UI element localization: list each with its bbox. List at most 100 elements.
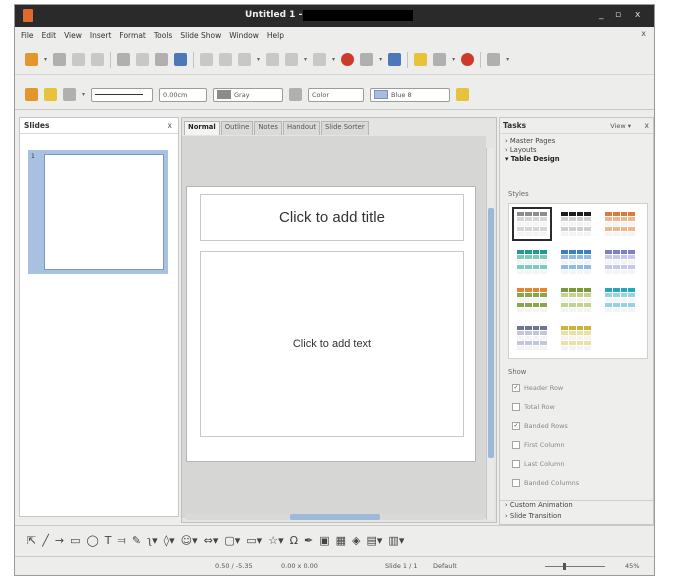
line-arrow-tool-icon[interactable]: → [55, 534, 64, 547]
table-style-black[interactable] [559, 210, 593, 238]
table-style-default[interactable] [512, 207, 552, 241]
impress-app-icon[interactable] [23, 9, 33, 22]
basic-shapes-icon[interactable]: ◊▾ [164, 534, 175, 547]
points-icon[interactable]: Ω [290, 534, 298, 547]
section-layouts[interactable]: › Layouts [500, 146, 653, 155]
table-style-cyan[interactable] [603, 286, 637, 314]
maximize-button[interactable]: ▫ [615, 10, 621, 20]
option-header-row[interactable]: ✓ Header Row [512, 384, 563, 392]
symbol-shapes-icon[interactable]: ☺▾ [181, 534, 198, 547]
checkbox[interactable] [512, 479, 520, 487]
menu-view[interactable]: View [64, 31, 82, 40]
title-placeholder[interactable]: Click to add title [200, 194, 464, 241]
menu-help[interactable]: Help [267, 31, 284, 40]
new-dropdown-icon[interactable]: ▾ [44, 56, 47, 63]
fill-color-select[interactable]: Blue 8 [370, 87, 451, 102]
cut-icon[interactable] [200, 53, 214, 66]
undo-icon[interactable] [285, 53, 299, 66]
tab-slide-sorter[interactable]: Slide Sorter [320, 121, 369, 135]
section-slide-transition[interactable]: › Slide Transition [500, 512, 653, 522]
fontwork-icon[interactable]: ✒ [304, 534, 313, 547]
table-style-slate[interactable] [515, 324, 549, 352]
slide-thumbnail[interactable] [44, 154, 164, 270]
table-style-teal[interactable] [515, 248, 549, 276]
checkbox[interactable] [512, 441, 520, 449]
status-zoom[interactable]: 45% [625, 562, 639, 570]
checkbox[interactable]: ✓ [512, 422, 520, 430]
vertical-scrollbar[interactable] [486, 148, 494, 520]
chart-icon[interactable] [341, 53, 355, 66]
clone-format-icon[interactable] [266, 53, 280, 66]
option-banded-columns[interactable]: Banded Columns [512, 479, 579, 487]
table-dropdown-icon[interactable]: ▾ [379, 56, 382, 63]
table-style-blue[interactable] [559, 248, 593, 276]
arrow-style-icon[interactable] [63, 88, 76, 101]
extrusion-icon[interactable]: ◈ [352, 534, 360, 547]
close-tasks-pane-button[interactable]: x [645, 121, 649, 130]
line-style-select[interactable] [91, 87, 154, 102]
table-style-yellow[interactable] [559, 324, 593, 352]
text-tool-icon[interactable]: T [105, 534, 112, 547]
ellipse-tool-icon[interactable]: ◯ [86, 534, 98, 547]
menu-insert[interactable]: Insert [90, 31, 112, 40]
connector-tool-icon[interactable]: ʅ▾ [147, 534, 158, 547]
tab-outline[interactable]: Outline [220, 121, 254, 135]
zoom-slider-handle[interactable] [563, 563, 566, 570]
horizontal-scrollbar-thumb[interactable] [290, 514, 380, 520]
line-width-field[interactable]: 0.00cm [159, 87, 208, 102]
menu-tools[interactable]: Tools [154, 31, 172, 40]
redo-icon[interactable] [313, 53, 327, 66]
close-document-button[interactable]: x [641, 29, 646, 38]
open-icon[interactable] [53, 53, 67, 66]
undo-dropdown-icon[interactable]: ▾ [304, 56, 307, 63]
gallery-icon[interactable]: ▦ [336, 534, 346, 547]
block-arrows-icon[interactable]: ⇔▾ [204, 534, 219, 547]
table-style-orange-green[interactable] [515, 286, 549, 314]
menu-format[interactable]: Format [119, 31, 145, 40]
menu-slide-show[interactable]: Slide Show [180, 31, 221, 40]
section-master-pages[interactable]: › Master Pages [500, 137, 653, 146]
redo-dropdown-icon[interactable]: ▾ [332, 56, 335, 63]
line-color-select[interactable]: Gray [213, 87, 284, 102]
new-document-icon[interactable] [25, 53, 38, 66]
zoom-icon[interactable] [433, 53, 447, 66]
navigator-icon[interactable] [414, 53, 428, 66]
tab-normal[interactable]: Normal [184, 121, 220, 135]
checkbox[interactable] [512, 403, 520, 411]
checkbox[interactable]: ✓ [512, 384, 520, 392]
horizontal-scrollbar[interactable] [186, 514, 484, 520]
table-style-lavender[interactable] [603, 248, 637, 276]
menu-edit[interactable]: Edit [42, 31, 57, 40]
menu-window[interactable]: Window [229, 31, 259, 40]
zoom-dropdown-icon[interactable]: ▾ [452, 56, 455, 63]
spellcheck-icon[interactable] [155, 53, 169, 66]
from-file-icon[interactable]: ▣ [319, 534, 329, 547]
callouts-icon[interactable]: ▭▾ [246, 534, 262, 547]
body-placeholder[interactable]: Click to add text [200, 251, 464, 437]
option-last-column[interactable]: Last Column [512, 460, 565, 468]
option-banded-rows[interactable]: ✓ Banded Rows [512, 422, 568, 430]
paste-dropdown-icon[interactable]: ▾ [257, 56, 260, 63]
table-style-olive[interactable] [559, 286, 593, 314]
slide[interactable]: Click to add title Click to add text [186, 186, 476, 462]
autospell-icon[interactable] [174, 53, 188, 66]
save-icon[interactable] [72, 53, 86, 66]
shadow-icon[interactable] [456, 88, 470, 101]
curve-tool-icon[interactable]: ✎ [132, 534, 141, 547]
flowchart-icon[interactable]: ▢▾ [224, 534, 240, 547]
align-icon[interactable]: ▤▾ [367, 534, 383, 547]
rectangle-tool-icon[interactable]: ▭ [70, 534, 80, 547]
line-icon[interactable] [44, 88, 57, 101]
section-custom-animation[interactable]: › Custom Animation [500, 500, 653, 510]
stars-icon[interactable]: ☆▾ [268, 534, 283, 547]
table-style-orange[interactable] [603, 210, 637, 238]
arrange-icon[interactable]: ▥▾ [388, 534, 404, 547]
print-icon[interactable] [136, 53, 150, 66]
vertical-text-tool-icon[interactable]: ⫤ [118, 534, 126, 548]
checkbox[interactable] [512, 460, 520, 468]
slide-thumbnail-selected[interactable]: 1 [28, 150, 168, 274]
area-icon[interactable] [289, 88, 303, 101]
select-styles-icon[interactable] [25, 88, 38, 101]
section-table-design[interactable]: ▾ Table Design [500, 155, 653, 164]
close-slides-pane-button[interactable]: x [168, 121, 172, 130]
